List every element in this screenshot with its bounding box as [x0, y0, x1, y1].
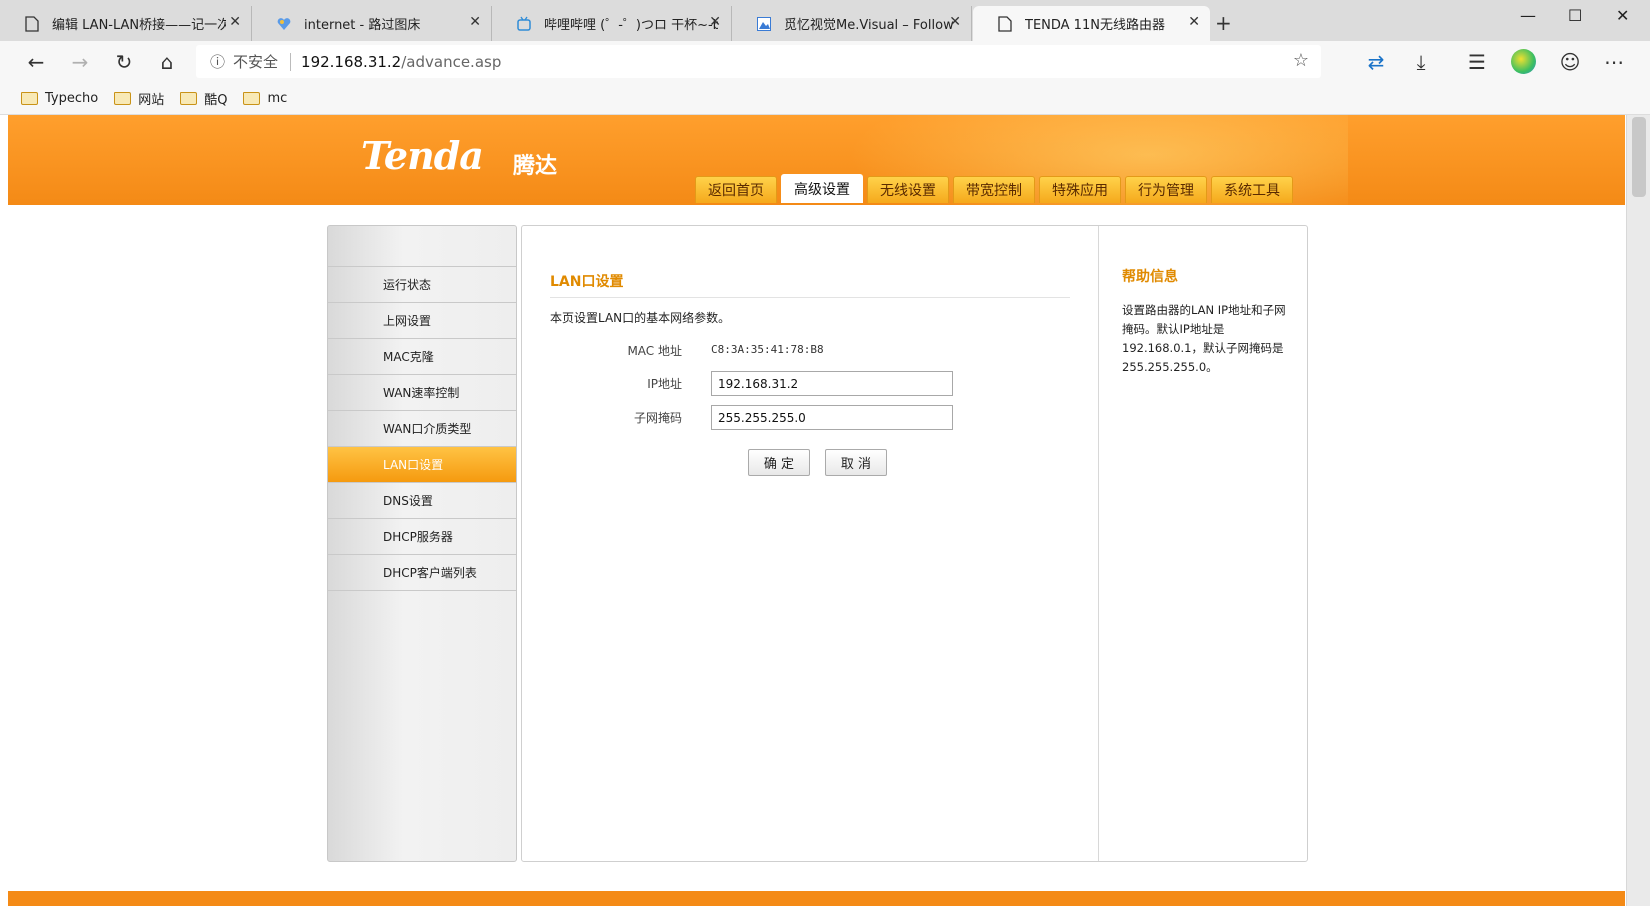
section-description: 本页设置LAN口的基本网络参数。 [550, 311, 731, 325]
side-item-lan[interactable]: LAN口设置 [328, 447, 516, 483]
profile-avatar[interactable] [1511, 49, 1536, 74]
feedback-icon[interactable]: ☺ [1556, 49, 1584, 75]
close-tab-icon[interactable]: ✕ [949, 14, 961, 30]
subnet-mask-input[interactable] [711, 405, 953, 430]
more-menu-icon[interactable]: ⋯ [1600, 49, 1628, 75]
nav-tab-behavior[interactable]: 行为管理 [1125, 176, 1207, 203]
address-bar[interactable]: ⓘ 不安全 192.168.31.2 /advance.asp ☆ [196, 45, 1321, 78]
close-tab-icon[interactable]: ✕ [1188, 14, 1200, 30]
url-path: /advance.asp [401, 52, 502, 71]
nav-tab-advanced[interactable]: 高级设置 [781, 174, 863, 203]
folder-icon [180, 91, 198, 105]
tenda-logo: Tenda [361, 133, 484, 178]
bookmark-folder[interactable]: 网站 [114, 89, 164, 108]
bookmark-folder[interactable]: Typecho [21, 91, 98, 106]
side-item-status[interactable]: 运行状态 [328, 267, 516, 303]
mountain-icon [757, 17, 771, 31]
security-label: 不安全 [233, 53, 279, 71]
cancel-button[interactable]: 取 消 [825, 449, 887, 476]
collections-sync-icon[interactable]: ⇄ [1362, 49, 1390, 75]
home-icon[interactable]: ⌂ [153, 49, 181, 75]
help-title: 帮助信息 [1122, 269, 1178, 285]
scrollbar-thumb[interactable] [1632, 117, 1646, 197]
bookmark-folder[interactable]: 酷Q [180, 89, 227, 108]
page-icon [25, 16, 39, 32]
tv-icon [517, 16, 531, 31]
forward-arrow-icon[interactable]: → [66, 49, 94, 75]
close-window-icon[interactable]: ✕ [1616, 6, 1629, 25]
heart-logo-icon [277, 18, 291, 30]
close-tab-icon[interactable]: ✕ [709, 14, 721, 30]
nav-tab-system-tools[interactable]: 系统工具 [1211, 176, 1293, 203]
bookmark-folder[interactable]: mc [243, 91, 287, 106]
browser-tab[interactable]: internet - 路过图床 ✕ [252, 6, 492, 41]
panel-divider [1098, 226, 1099, 861]
page-icon [998, 16, 1012, 32]
folder-icon [243, 91, 261, 105]
side-item-internet[interactable]: 上网设置 [328, 303, 516, 339]
favorite-star-icon[interactable]: ☆ [1293, 50, 1309, 71]
browser-tab[interactable]: 觅忆视觉Me.Visual – Follow the ✕ [732, 6, 972, 41]
side-item-wan-speed[interactable]: WAN速率控制 [328, 375, 516, 411]
info-icon[interactable]: ⓘ [210, 51, 225, 72]
minimize-icon[interactable]: — [1520, 6, 1536, 25]
browser-tab-strip: 编辑 LAN-LAN桥接——记一次家 ✕ internet - 路过图床 ✕ 哔… [0, 0, 1650, 41]
router-nav: 返回首页 高级设置 无线设置 带宽控制 特殊应用 行为管理 系统工具 [695, 174, 1297, 203]
mac-label: MAC 地址 [627, 344, 682, 358]
folder-icon [21, 91, 38, 105]
bookmarks-bar: Typecho 网站 酷Q mc [0, 82, 1650, 115]
folder-icon [114, 91, 132, 105]
mac-value: C8:3A:35:41:78:B8 [711, 343, 824, 356]
back-arrow-icon[interactable]: ← [22, 49, 50, 75]
close-tab-icon[interactable]: ✕ [469, 14, 481, 30]
side-item-dns[interactable]: DNS设置 [328, 483, 516, 519]
new-tab-icon[interactable]: + [1215, 11, 1232, 35]
section-title: LAN口设置 [550, 271, 1070, 298]
page-scrollbar[interactable] [1626, 115, 1650, 906]
side-menu: 运行状态 上网设置 MAC克隆 WAN速率控制 WAN口介质类型 LAN口设置 … [327, 225, 517, 862]
side-item-mac-clone[interactable]: MAC克隆 [328, 339, 516, 375]
side-item-dhcp-clients[interactable]: DHCP客户端列表 [328, 555, 516, 591]
ip-label: IP地址 [647, 377, 682, 391]
ip-address-input[interactable] [711, 371, 953, 396]
help-text: 设置路由器的LAN IP地址和子网掩码。默认IP地址是192.168.0.1，默… [1122, 303, 1286, 374]
browser-tab-active[interactable]: TENDA 11N无线路由器 ✕ [973, 6, 1210, 41]
nav-tab-bandwidth[interactable]: 带宽控制 [953, 176, 1035, 203]
nav-tab-home[interactable]: 返回首页 [695, 176, 777, 203]
url-host: 192.168.31.2 [301, 52, 402, 71]
confirm-button[interactable]: 确 定 [748, 449, 810, 476]
main-panel: LAN口设置 本页设置LAN口的基本网络参数。 MAC 地址 C8:3A:35:… [521, 225, 1308, 862]
browser-tab[interactable]: 编辑 LAN-LAN桥接——记一次家 ✕ [0, 6, 252, 41]
mask-label: 子网掩码 [633, 411, 682, 425]
browser-toolbar: ← → ↻ ⌂ ⓘ 不安全 192.168.31.2 /advance.asp … [0, 41, 1650, 82]
nav-tab-wireless[interactable]: 无线设置 [867, 176, 949, 203]
page-viewport: Tenda 腾达 返回首页 高级设置 无线设置 带宽控制 特殊应用 行为管理 系… [0, 115, 1650, 906]
side-item-dhcp-server[interactable]: DHCP服务器 [328, 519, 516, 555]
address-separator [290, 52, 292, 71]
refresh-icon[interactable]: ↻ [110, 49, 138, 75]
router-footer-bar [8, 891, 1625, 906]
side-item-wan-medium[interactable]: WAN口介质类型 [328, 411, 516, 447]
favorites-list-icon[interactable]: ☰ [1463, 49, 1491, 75]
browser-tab[interactable]: 哔哩哔哩 (゜-゜)つロ 干杯~-bilib ✕ [492, 6, 732, 41]
nav-tab-special[interactable]: 特殊应用 [1039, 176, 1121, 203]
close-tab-icon[interactable]: ✕ [229, 14, 241, 30]
maximize-icon[interactable]: ☐ [1568, 6, 1582, 25]
tenda-logo-cn: 腾达 [513, 154, 558, 179]
download-icon[interactable]: ⤓ [1407, 49, 1435, 75]
